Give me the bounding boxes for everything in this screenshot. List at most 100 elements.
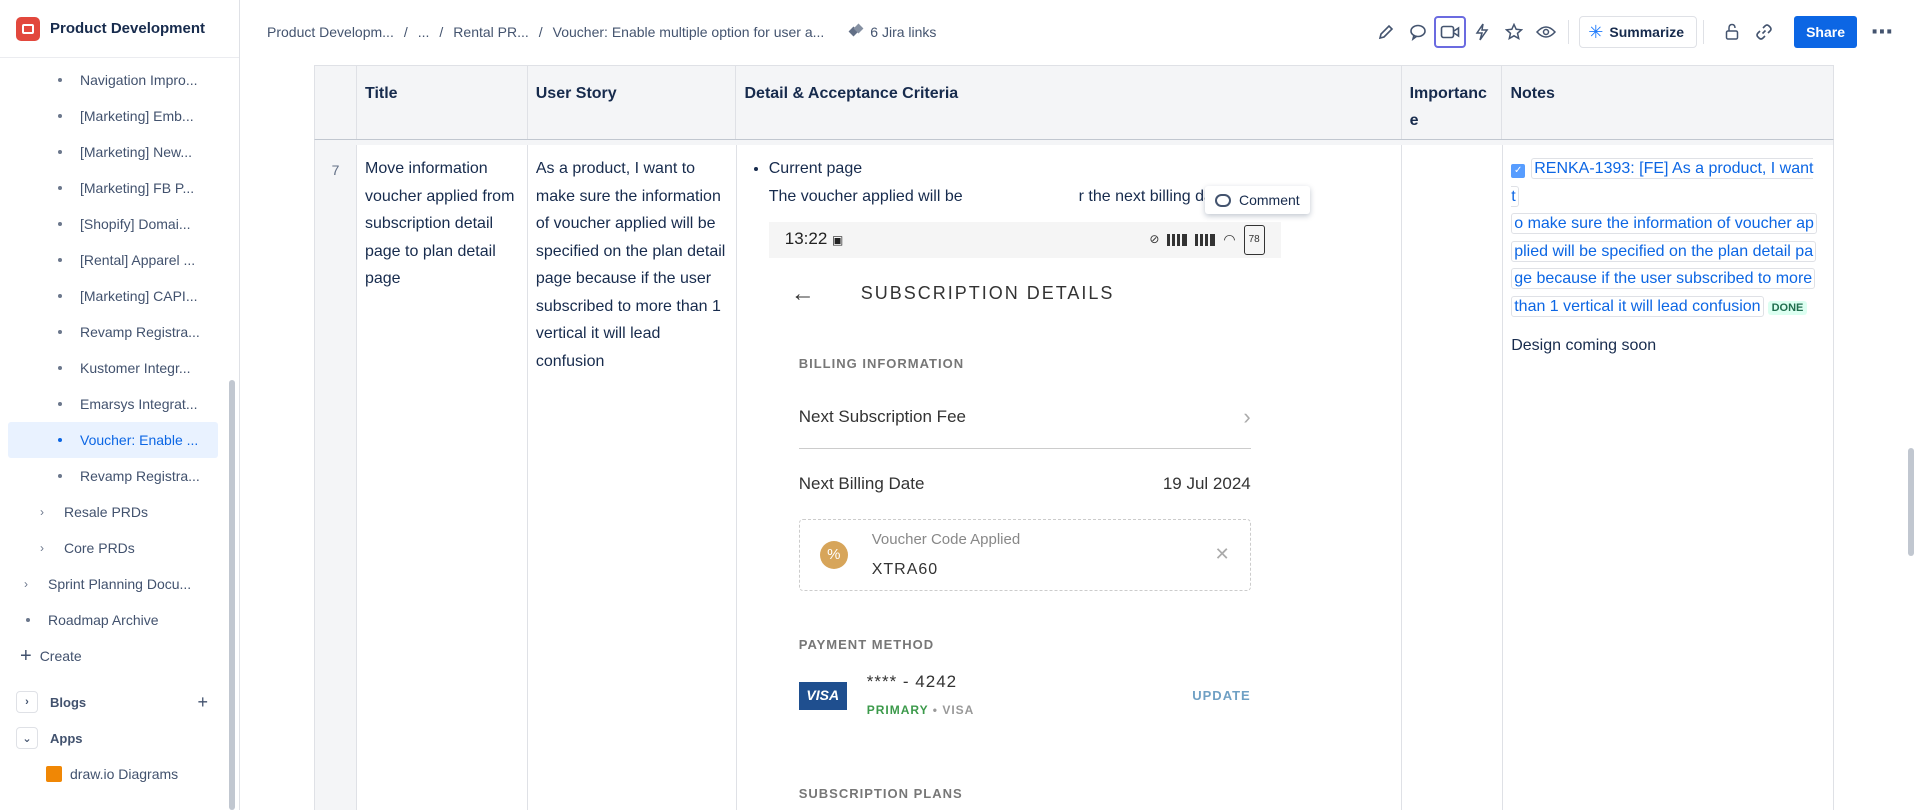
breadcrumb-item[interactable]: ... — [418, 24, 430, 40]
status-badge: DONE — [1767, 300, 1808, 315]
tree-item[interactable]: Kustomer Integr... — [0, 350, 228, 386]
percent-badge-icon: % — [819, 540, 848, 569]
space-header[interactable]: Product Development — [0, 0, 239, 58]
rownum-header — [315, 66, 357, 139]
more-actions-icon[interactable]: ⋯ — [1871, 19, 1894, 45]
comment-button[interactable]: Comment — [1205, 186, 1310, 214]
breadcrumb-item[interactable]: Voucher: Enable multiple option for user… — [553, 24, 825, 40]
bullet-icon — [58, 258, 62, 262]
tree-item[interactable]: [Marketing] FB P... — [0, 170, 228, 206]
space-name: Product Development — [50, 20, 206, 37]
phone-header: ← SUBSCRIPTION DETAILS — [790, 280, 1115, 308]
page-header: Product Developm... / ... / Rental PR...… — [241, 0, 1920, 64]
bullet-icon — [58, 222, 62, 226]
tree-item[interactable]: [Marketing] New... — [0, 134, 228, 170]
bullet-icon — [58, 150, 62, 154]
star-icon[interactable] — [1498, 16, 1530, 48]
chevron-down-icon[interactable]: ⌄ — [16, 727, 38, 749]
apps-section[interactable]: ⌄ Apps — [0, 720, 228, 756]
bullet-icon — [58, 78, 62, 82]
battery-icon: 78 — [1243, 225, 1265, 255]
tree-item[interactable]: Roadmap Archive — [0, 602, 228, 638]
table-row: 7 Move information voucher applied from … — [314, 145, 1834, 810]
tree-item[interactable]: [Marketing] CAPI... — [0, 278, 228, 314]
bullet-icon — [58, 114, 62, 118]
create-button[interactable]: + Create — [0, 638, 228, 674]
sidebar: Product Development Navigation Impro... … — [0, 0, 240, 810]
blogs-section[interactable]: › Blogs + — [0, 684, 228, 720]
add-blog-icon[interactable]: + — [197, 692, 208, 713]
jira-icon — [848, 23, 864, 39]
chevron-right-icon[interactable]: › — [24, 577, 28, 591]
link-icon[interactable] — [1748, 16, 1780, 48]
sidebar-scrollbar[interactable] — [229, 380, 235, 810]
tree-folder[interactable]: › Sprint Planning Docu... — [0, 566, 228, 602]
subscription-details-mockup: 13:22 ▣ ⊘ ◠ 78 ← SUBSCRIPTION DETAILS BI… — [768, 222, 1281, 810]
bullet-icon — [58, 402, 62, 406]
toolbar: ✳ Summarize Share ⋯ — [1370, 14, 1894, 50]
column-header-notes[interactable]: Notes — [1502, 66, 1833, 139]
share-button[interactable]: Share — [1794, 16, 1857, 48]
cell-detail[interactable]: Current page The voucher applied will be… — [737, 145, 1403, 810]
breadcrumb-item[interactable]: Rental PR... — [453, 24, 528, 40]
video-icon[interactable] — [1434, 16, 1467, 48]
column-header-title[interactable]: Title — [357, 66, 528, 139]
tree-folder[interactable]: › Resale PRDs — [0, 494, 228, 530]
chevron-right-icon[interactable]: › — [40, 505, 44, 519]
bullet-icon — [58, 186, 62, 190]
lock-icon[interactable] — [1716, 16, 1748, 48]
space-logo-icon — [16, 16, 40, 41]
cell-notes[interactable]: ✓ RENKA-1393: [FE] As a product, I want t… — [1503, 145, 1834, 810]
page-content: Title User Story Detail & Acceptance Cri… — [241, 64, 1901, 810]
back-arrow-icon: ← — [790, 280, 817, 308]
summarize-button[interactable]: ✳ Summarize — [1579, 16, 1698, 48]
mute-icon: ⊘ — [1149, 232, 1160, 247]
column-header-detail[interactable]: Detail & Acceptance Criteria — [736, 66, 1402, 139]
checkbox-icon: ✓ — [1511, 164, 1526, 178]
page-scrollbar[interactable] — [1908, 448, 1914, 556]
message-icon: ▣ — [832, 233, 844, 248]
chevron-right-icon[interactable]: › — [16, 691, 38, 713]
tree-item-active[interactable]: Voucher: Enable ... — [8, 422, 218, 458]
chevron-right-icon[interactable]: › — [40, 541, 44, 555]
signal-icon — [1195, 234, 1216, 246]
cell-user-story[interactable]: As a product, I want to make sure the in… — [528, 145, 737, 810]
drawio-icon — [46, 766, 62, 782]
bullet-icon — [58, 474, 62, 478]
bullet-icon — [58, 294, 62, 298]
automation-bolt-icon[interactable] — [1466, 16, 1498, 48]
comment-icon[interactable] — [1402, 16, 1434, 48]
visa-logo: VISA — [798, 682, 847, 710]
cell-title[interactable]: Move information voucher applied from su… — [357, 145, 528, 810]
tree-item[interactable]: [Shopify] Domai... — [0, 206, 228, 242]
cell-importance[interactable] — [1402, 145, 1504, 810]
table-header: Title User Story Detail & Acceptance Cri… — [314, 65, 1834, 140]
tree-item[interactable]: Revamp Registra... — [0, 314, 228, 350]
jira-links[interactable]: 6 Jira links — [848, 23, 936, 40]
page-tree: Navigation Impro... [Marketing] Emb... [… — [0, 62, 228, 792]
breadcrumb-item[interactable]: Product Developm... — [267, 24, 394, 40]
confluence-app: Product Development Navigation Impro... … — [0, 0, 1920, 810]
tree-item[interactable]: Revamp Registra... — [0, 458, 228, 494]
column-header-importance[interactable]: Importance — [1402, 66, 1503, 139]
notes-text: Design coming soon — [1511, 337, 1657, 354]
tree-folder[interactable]: › Core PRDs — [0, 530, 228, 566]
watch-eye-icon[interactable] — [1530, 16, 1562, 48]
breadcrumb: Product Developm... / ... / Rental PR...… — [267, 24, 825, 40]
tree-item[interactable]: Emarsys Integrat... — [0, 386, 228, 422]
column-header-user-story[interactable]: User Story — [528, 66, 737, 139]
phone-status-bar: 13:22 ▣ ⊘ ◠ 78 — [768, 222, 1281, 258]
app-drawio[interactable]: draw.io Diagrams — [0, 756, 228, 792]
bullet-icon — [26, 618, 30, 622]
wifi-icon: ◠ — [1223, 231, 1236, 248]
plus-icon: + — [20, 644, 32, 667]
voucher-card: % Voucher Code Applied XTRA60 ✕ — [798, 518, 1251, 591]
edit-pencil-icon[interactable] — [1370, 16, 1402, 48]
tree-item[interactable]: [Marketing] Emb... — [0, 98, 228, 134]
tree-item[interactable]: Navigation Impro... — [0, 62, 228, 98]
ai-sparkle-icon: ✳ — [1588, 21, 1604, 42]
jira-issue-link[interactable]: ✓ RENKA-1393: [FE] As a product, I want t… — [1511, 155, 1825, 322]
tree-item[interactable]: [Rental] Apparel ... — [0, 242, 228, 278]
signal-icon — [1167, 234, 1188, 246]
bullet-icon — [58, 330, 62, 334]
